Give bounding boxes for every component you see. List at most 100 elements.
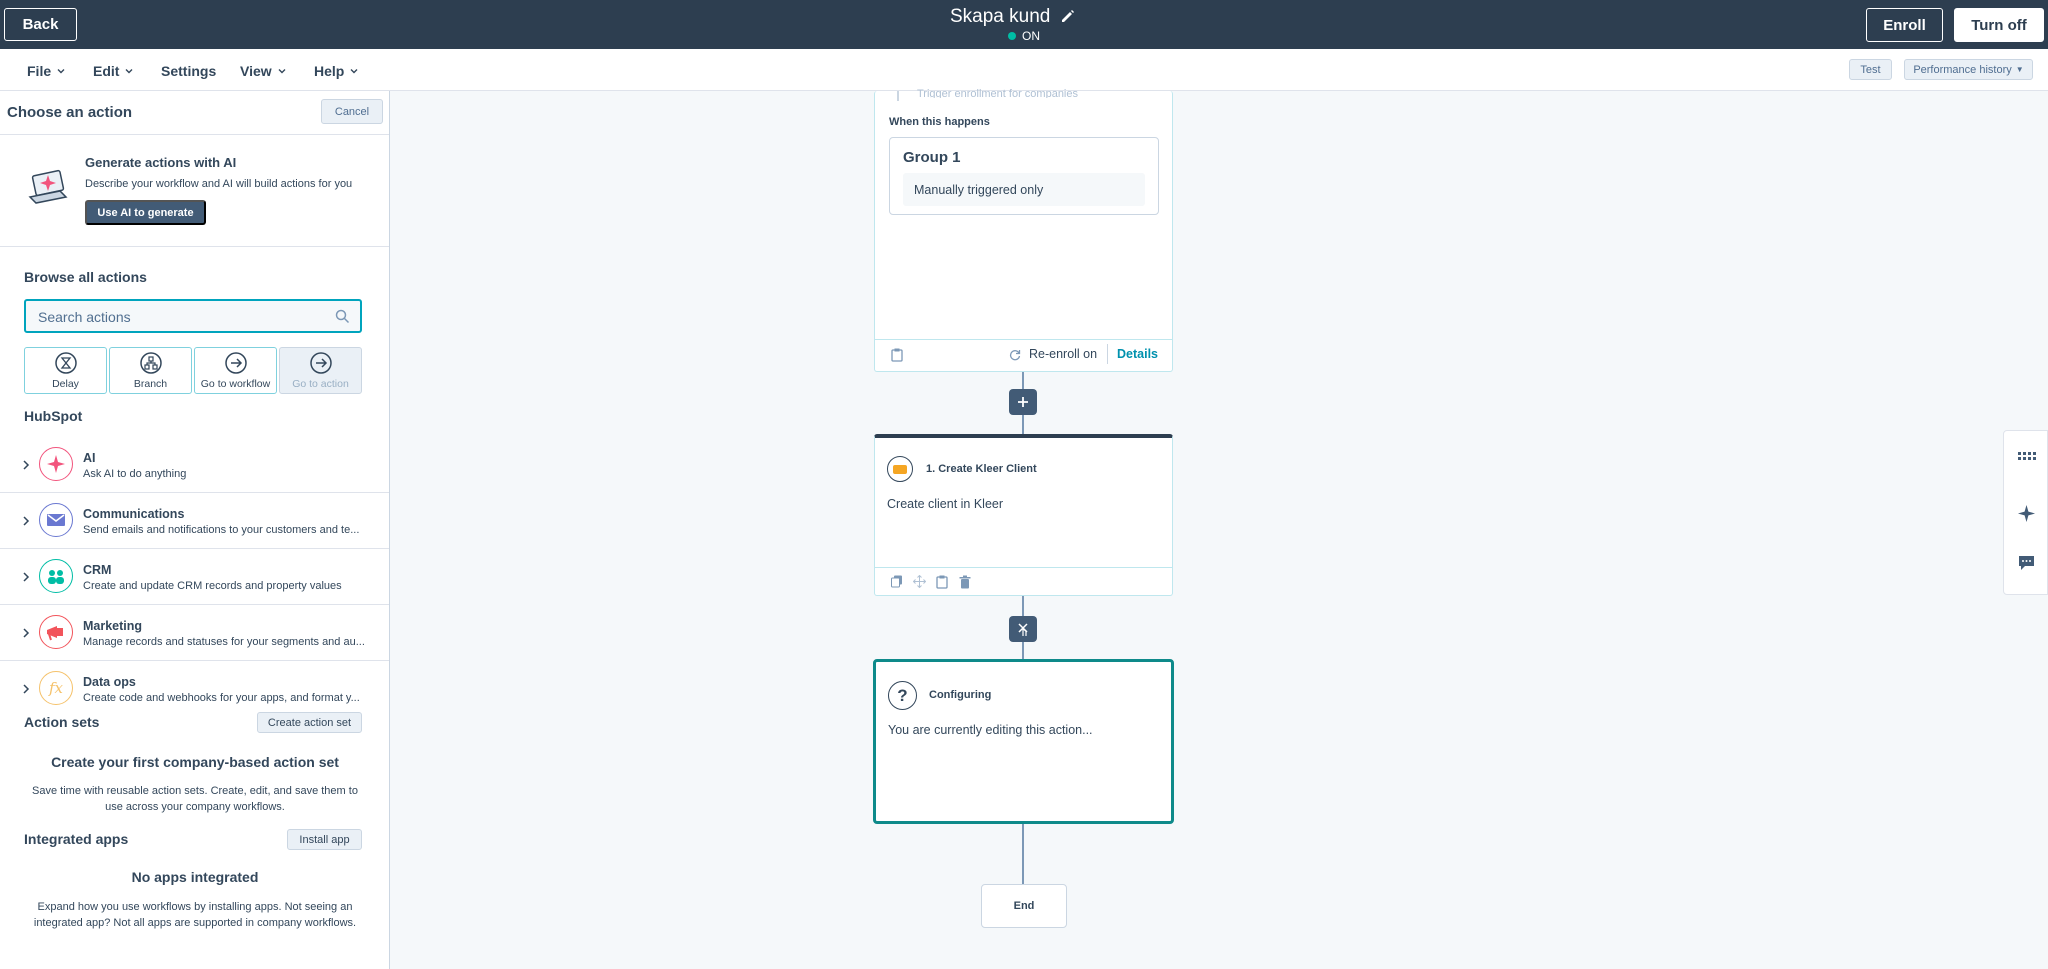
enroll-button[interactable]: Enroll — [1866, 8, 1943, 42]
configuring-action-card[interactable]: ? Configuring You are currently editing … — [873, 659, 1174, 824]
performance-history-button[interactable]: Performance history ▼ — [1904, 59, 2033, 80]
menu-bar: File Edit Settings View Help Test Perfor… — [0, 49, 2048, 91]
panel-title: Choose an action — [7, 104, 133, 121]
menu-file-label: File — [27, 63, 52, 79]
turn-off-button[interactable]: Turn off — [1954, 8, 2044, 42]
group-title: Group 1 — [903, 149, 961, 166]
search-input[interactable]: Search actions — [24, 299, 362, 333]
category-data-ops[interactable]: fx Data ops Create code and webhooks for… — [0, 661, 389, 717]
browse-title: Browse all actions — [24, 269, 147, 285]
category-title: Marketing — [83, 619, 143, 633]
menu-help[interactable]: Help — [314, 63, 359, 79]
configuring-title: Configuring — [929, 689, 992, 701]
pencil-icon[interactable] — [1060, 8, 1076, 24]
category-description: Manage records and statuses for your seg… — [83, 636, 365, 648]
sparkle-icon — [39, 447, 73, 481]
sparkle-icon[interactable] — [2017, 504, 2036, 523]
menu-settings[interactable]: Settings — [161, 63, 216, 79]
chevron-right-icon — [23, 684, 30, 694]
branch-icon — [139, 352, 162, 374]
search-placeholder: Search actions — [38, 309, 131, 325]
plus-icon — [1018, 397, 1028, 407]
megaphone-icon — [39, 615, 73, 649]
trigger-faded-text: Trigger enrollment for companies — [917, 88, 1078, 98]
trigger-line — [897, 91, 899, 101]
trigger-card[interactable]: Trigger enrollment for companies When th… — [874, 88, 1173, 372]
function-icon: fx — [39, 671, 73, 705]
chevron-right-icon — [23, 460, 30, 470]
category-description: Create and update CRM records and proper… — [83, 580, 342, 592]
ai-generate-title: Generate actions with AI — [85, 155, 237, 170]
category-description: Ask AI to do anything — [83, 468, 187, 480]
menu-view-label: View — [240, 63, 272, 79]
action-sets-title: Action sets — [24, 714, 100, 730]
category-crm[interactable]: CRM Create and update CRM records and pr… — [0, 549, 389, 605]
menu-edit-label: Edit — [93, 63, 120, 79]
menu-settings-label: Settings — [161, 63, 217, 79]
caret-down-icon: ▼ — [2015, 65, 2024, 74]
category-marketing[interactable]: Marketing Manage records and statuses fo… — [0, 605, 389, 661]
cursor-hand-icon — [1018, 623, 1028, 636]
people-icon — [39, 559, 73, 593]
details-link[interactable]: Details — [1117, 347, 1158, 361]
use-ai-button[interactable]: Use AI to generate — [85, 200, 206, 225]
copy-icon[interactable] — [891, 575, 903, 588]
trash-icon[interactable] — [959, 575, 971, 589]
choose-action-panel: Choose an action Cancel Generate actions… — [0, 91, 390, 969]
chevron-down-icon — [57, 69, 65, 74]
apps-empty-title: No apps integrated — [131, 869, 259, 885]
delay-tile[interactable]: Delay — [24, 347, 107, 394]
divider — [875, 339, 1172, 340]
menu-view[interactable]: View — [240, 63, 287, 79]
action-sets-empty-description: Save time with reusable action sets. Cre… — [32, 785, 358, 813]
action-card-create-kleer-client[interactable]: 1. Create Kleer Client Create client in … — [874, 434, 1173, 596]
category-title: Data ops — [83, 675, 136, 689]
menu-file[interactable]: File — [27, 63, 66, 79]
chevron-down-icon — [125, 69, 133, 74]
group-condition: Manually triggered only — [903, 173, 1145, 206]
cancel-button[interactable]: Cancel — [321, 99, 383, 124]
create-action-set-button[interactable]: Create action set — [257, 712, 362, 733]
workflow-name[interactable]: Skapa kund — [950, 6, 1050, 28]
category-description: Create code and webhooks for your apps, … — [83, 692, 360, 704]
ai-generate-description: Describe your workflow and AI will build… — [85, 178, 353, 190]
clipboard-icon[interactable] — [936, 575, 948, 589]
test-button[interactable]: Test — [1849, 59, 1892, 80]
add-action-button[interactable] — [1009, 389, 1037, 415]
back-button[interactable]: Back — [4, 8, 77, 41]
go-to-action-tile[interactable]: Go to action — [279, 347, 362, 394]
chevron-right-icon — [23, 628, 30, 638]
chevron-down-icon — [350, 69, 358, 74]
grid-dots-icon[interactable] — [2018, 451, 2036, 461]
apps-empty-description: Expand how you use workflows by installi… — [33, 901, 357, 929]
arrow-right-circle-icon — [309, 352, 332, 374]
move-icon[interactable] — [913, 575, 926, 588]
divider — [0, 246, 389, 247]
reenroll-label[interactable]: Re-enroll on — [1029, 347, 1097, 361]
clipboard-icon[interactable] — [891, 348, 903, 362]
menu-edit[interactable]: Edit — [93, 63, 134, 79]
arrow-right-circle-icon — [224, 352, 247, 374]
group-box[interactable]: Group 1 Manually triggered only — [889, 137, 1159, 215]
category-ai[interactable]: AI Ask AI to do anything — [0, 437, 389, 493]
connector-line — [1022, 822, 1024, 884]
laptop-sparkle-icon — [28, 169, 68, 204]
chat-icon[interactable] — [2018, 555, 2035, 571]
branch-tile[interactable]: Branch — [109, 347, 192, 394]
question-icon: ? — [888, 681, 917, 710]
action-sets-empty-title: Create your first company-based action s… — [51, 754, 339, 770]
action-description: Create client in Kleer — [887, 497, 1004, 511]
divider — [0, 134, 389, 135]
workflow-canvas[interactable] — [391, 91, 2048, 969]
chevron-right-icon — [23, 572, 30, 582]
install-app-button[interactable]: Install app — [287, 829, 362, 850]
workflow-status: ON — [1008, 29, 1040, 43]
category-communications[interactable]: Communications Send emails and notificat… — [0, 493, 389, 549]
chevron-right-icon — [23, 516, 30, 526]
add-action-button[interactable] — [1009, 616, 1037, 642]
search-icon — [335, 309, 350, 324]
category-title: Communications — [83, 507, 185, 521]
hubspot-title: HubSpot — [24, 408, 83, 424]
go-to-workflow-tile[interactable]: Go to workflow — [194, 347, 277, 394]
envelope-icon — [39, 503, 73, 537]
